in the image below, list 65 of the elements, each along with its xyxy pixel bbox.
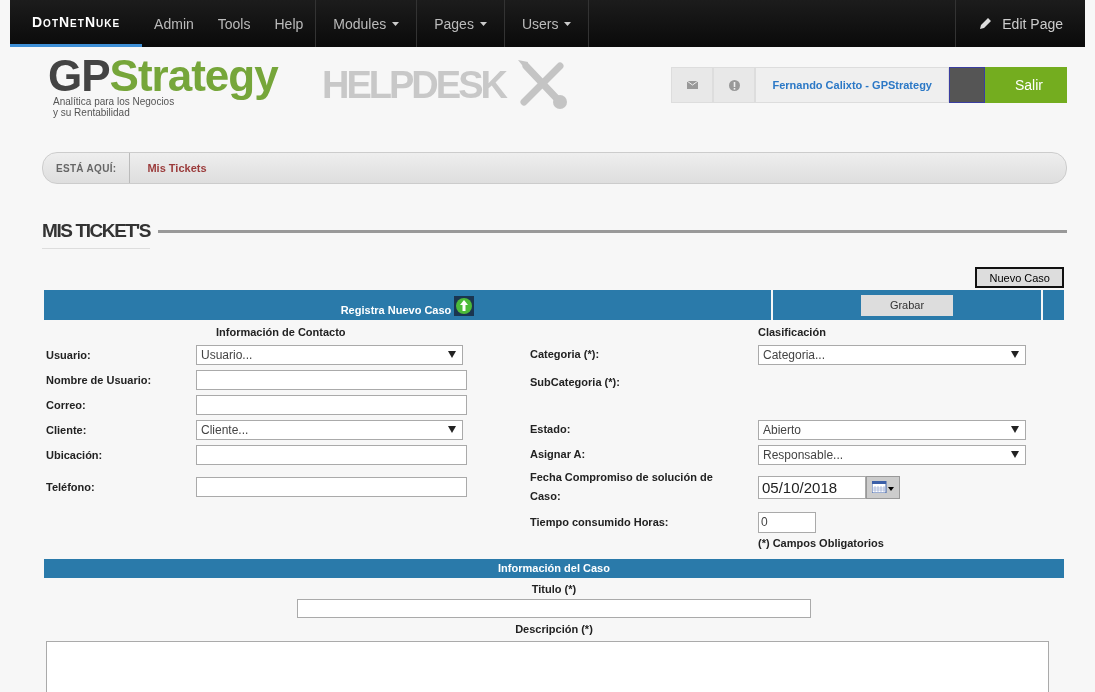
field-label: Descripción (*): [514, 623, 594, 635]
number-field[interactable]: 0: [758, 511, 816, 533]
caret-icon: [564, 21, 572, 26]
dropdown-field[interactable]: Usuario...: [196, 344, 463, 365]
nav-menu-item[interactable]: Admin: [142, 0, 206, 47]
user-name-link[interactable]: Fernando Calixto - GPStrategy: [755, 67, 949, 103]
section-heading: Información de Contacto: [215, 325, 347, 340]
field-label: SubCategoria (*):: [530, 375, 621, 390]
text-area[interactable]: [46, 641, 1049, 692]
new-case-button[interactable]: Nuevo Caso: [975, 267, 1064, 288]
dropdown-arrow-icon: [1011, 351, 1019, 358]
breadcrumb-label: ESTÁ AQUÍ:: [43, 153, 131, 183]
field-label: Categoria (*):: [530, 347, 601, 362]
calendar-button[interactable]: [866, 475, 900, 499]
pencil-icon: [978, 16, 993, 31]
input-field[interactable]: [196, 477, 467, 497]
nav-menu-item[interactable]: Modules: [315, 0, 417, 47]
field-label: Cliente:: [46, 423, 88, 436]
page-title: MIS TICKET'S: [42, 220, 151, 249]
section-header-bar: Información del Caso: [44, 559, 1064, 578]
required-note: (*) Campos Obligatorios: [757, 537, 885, 549]
nav-menu-item[interactable]: Help: [262, 0, 316, 47]
dropdown-field[interactable]: Cliente...: [196, 419, 463, 440]
field-label: Estado:: [530, 422, 572, 437]
dropdown-arrow-icon: [448, 351, 456, 358]
input-field[interactable]: [196, 369, 467, 390]
field-label: Correo:: [46, 398, 87, 411]
field-label: Titulo (*): [530, 583, 578, 595]
nav-menu-item[interactable]: Pages: [416, 0, 504, 47]
field-label: Ubicación:: [46, 448, 104, 461]
field-label: Nombre de Usuario:: [46, 373, 153, 386]
input-field[interactable]: [196, 394, 467, 415]
nav-menu-item[interactable]: Tools: [205, 0, 263, 47]
caret-icon: [392, 21, 400, 26]
edit-page-button[interactable]: Edit Page: [955, 0, 1085, 47]
field-label: Usuario:: [46, 348, 92, 361]
field-label: Fecha Compromiso de solución de Caso:: [530, 470, 714, 504]
dropdown-arrow-icon: [448, 426, 456, 433]
input-field[interactable]: [297, 599, 811, 618]
calendar-icon: [872, 481, 894, 493]
dropdown-field[interactable]: Responsable...: [758, 444, 1026, 465]
alert-icon: [728, 79, 740, 91]
input-field[interactable]: [196, 444, 467, 465]
form-header-bar: [1043, 290, 1064, 320]
edit-page-label: Edit Page: [1002, 15, 1063, 32]
save-button[interactable]: Grabar: [861, 294, 953, 316]
field-label: Tiempo consumido Horas:: [530, 514, 670, 530]
dropdown-field[interactable]: Abierto: [758, 419, 1026, 440]
avatar: [949, 67, 985, 103]
dropdown-arrow-icon: [1011, 426, 1019, 433]
date-field[interactable]: 05/10/2018: [758, 475, 866, 499]
dropdown-arrow-icon: [1011, 451, 1019, 458]
mail-icon: [686, 81, 698, 89]
alert-button[interactable]: [713, 67, 756, 103]
upload-arrow-icon: [454, 296, 475, 316]
dotnetnuke-logo[interactable]: DotNetNuke: [10, 0, 143, 47]
section-heading: Clasificación: [757, 325, 827, 340]
mail-button[interactable]: [671, 67, 714, 103]
dropdown-field[interactable]: Categoria...: [758, 344, 1026, 365]
nav-menu-item[interactable]: Users: [503, 0, 590, 47]
form-title: Registra Nuevo Caso: [340, 304, 452, 316]
breadcrumb-link[interactable]: Mis Tickets: [147, 162, 207, 174]
field-label: Asignar A:: [530, 447, 587, 462]
caret-icon: [479, 21, 487, 26]
field-label: Teléfono:: [46, 481, 96, 493]
